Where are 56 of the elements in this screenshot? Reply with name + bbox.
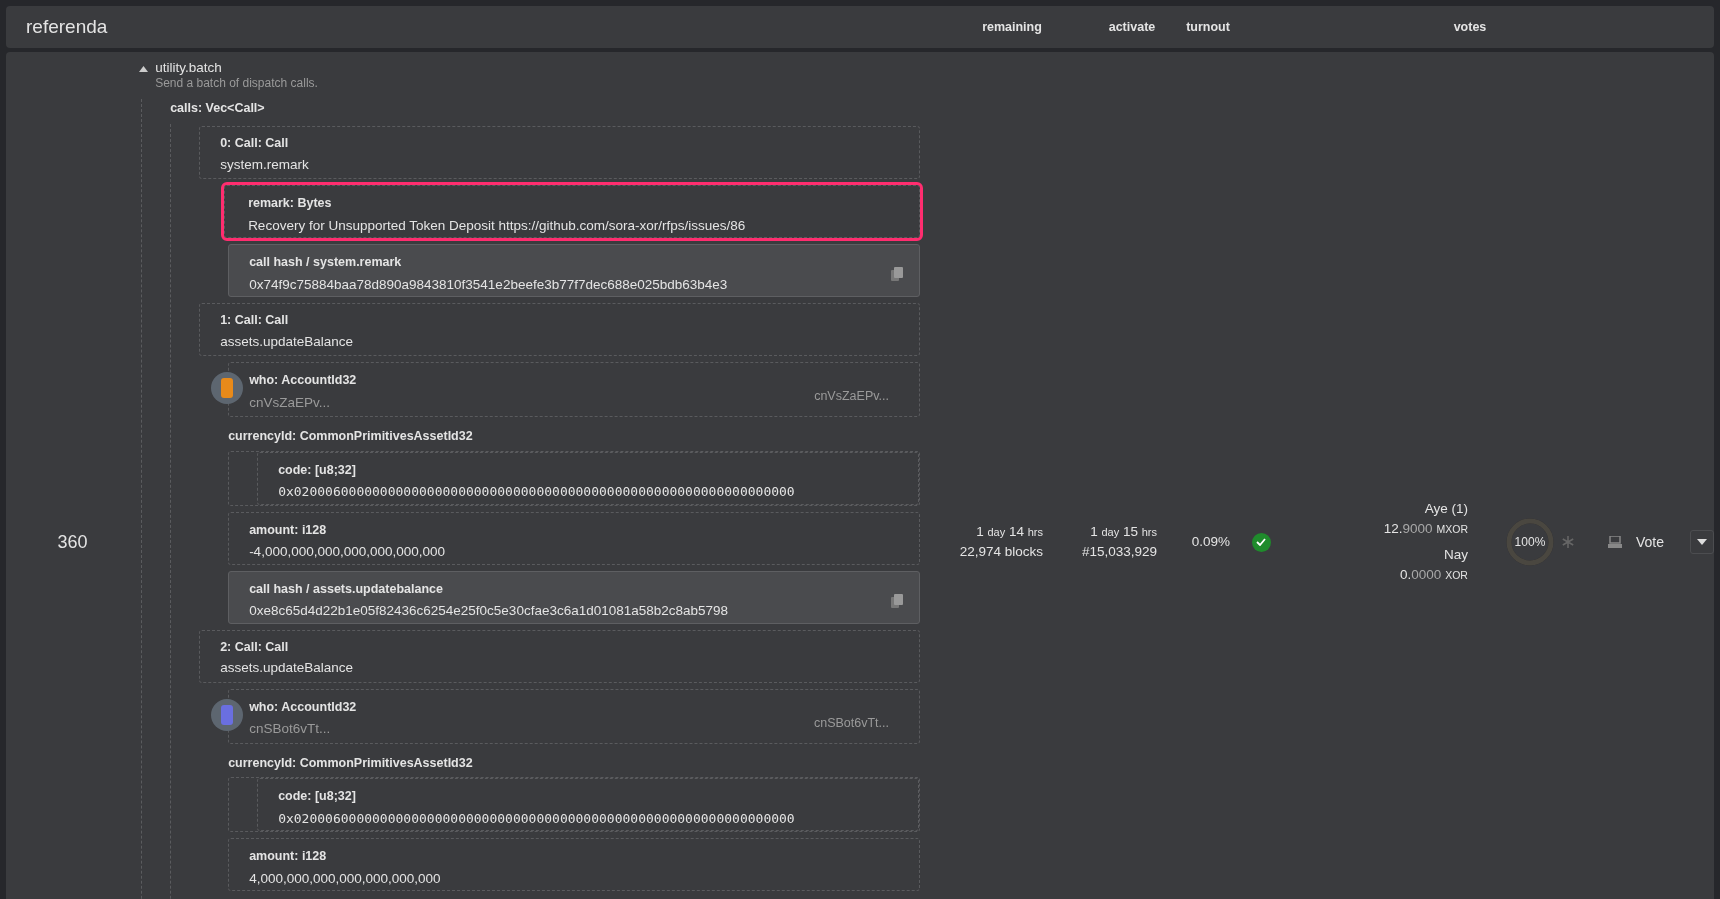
referendum-index: 360 (57, 530, 88, 554)
avatar-icon (211, 371, 244, 404)
param-value: 4,000,000,000,000,000,000,000 (249, 870, 442, 888)
param-label: call hash / assets.updatebalance (249, 580, 444, 598)
column-header: remaining (981, 18, 1043, 36)
aye-label: Aye (1) (1424, 499, 1468, 518)
hash-value: 0xe8c65d4d22b1e05f82436c6254e25f0c5e30cfae3c6a1d01081a58b2c8ab5798 (249, 602, 729, 621)
param-value: 0x0200060000000000000000000000000000000000000000000000000000000000 (278, 483, 796, 502)
param-label: call hash / system.remark (249, 253, 403, 271)
param-label: remark: Bytes (248, 194, 333, 212)
column-header: votes (1452, 18, 1488, 36)
method-name: utility.batch (155, 60, 223, 76)
block-count: 22,974 blocks (959, 543, 1043, 561)
copy-icon[interactable] (890, 267, 903, 282)
vote-amount: 0.0000 XOR (1399, 566, 1468, 585)
turnout-value: 0.09% (1191, 532, 1230, 551)
account-address: cnSBot6vTt... (813, 714, 889, 732)
param-label: code: [u8;32] (278, 461, 357, 479)
call-label: 2: Call: Call (220, 638, 290, 656)
param-label: code: [u8;32] (278, 788, 357, 806)
call-label: 1: Call: Call (220, 311, 290, 329)
param-label: amount: i128 (249, 848, 328, 866)
time-value: 1 day 15 hrs (1090, 522, 1157, 541)
caret-icon (1697, 539, 1707, 545)
hash-value: 0x74f9c75884baa78d890a9843810f3541e2beefe3b77f7dec688e025bdb63b4e3 (249, 275, 728, 294)
call-method: assets.updateBalance (220, 659, 354, 678)
avatar-icon (211, 698, 244, 731)
param-label: who: AccountId32 (249, 698, 357, 716)
column-header: activate (1107, 18, 1157, 36)
asterisk-icon (1561, 536, 1574, 548)
block-number: #15,033,929 (1081, 543, 1157, 561)
param-label: currencyId: CommonPrimitivesAssetId32 (228, 754, 474, 772)
column-header: turnout (1185, 18, 1231, 36)
vote-amount: 12.9000 MXOR (1383, 519, 1468, 538)
vote-button[interactable]: Vote (1603, 527, 1668, 557)
call-method: assets.updateBalance (220, 332, 354, 351)
dropdown-button[interactable] (1690, 530, 1714, 554)
param-label: who: AccountId32 (249, 371, 357, 389)
ballot-icon (1607, 536, 1622, 548)
param-value: 0x0200060000000000000000000000000000000000000000000000000000000000 (278, 810, 796, 828)
time-value: 1 day 14 hrs (976, 522, 1043, 541)
method-description: Send a batch of dispatch calls. (155, 76, 318, 91)
support-percent: 100% (1514, 534, 1546, 551)
call-method: system.remark (220, 155, 310, 174)
nay-label: Nay (1443, 546, 1468, 564)
param-value: Recovery for Unsupported Token Deposit https://github.com/sora-xor/rfps/issues/86 (248, 216, 747, 235)
copy-icon[interactable] (890, 594, 903, 608)
page-title: referenda (26, 15, 108, 37)
param-label: currencyId: CommonPrimitivesAssetId32 (228, 427, 474, 445)
param-value: -4,000,000,000,000,000,000,000 (249, 543, 447, 562)
account-address: cnVsZaEPv... (814, 387, 889, 405)
account-name: cnSBot6vTt... (249, 720, 332, 739)
param-label: amount: i128 (249, 521, 328, 539)
param-label: calls: Vec<Call> (170, 100, 266, 117)
call-label: 0: Call: Call (220, 134, 290, 152)
account-name: cnVsZaEPv... (249, 393, 331, 412)
